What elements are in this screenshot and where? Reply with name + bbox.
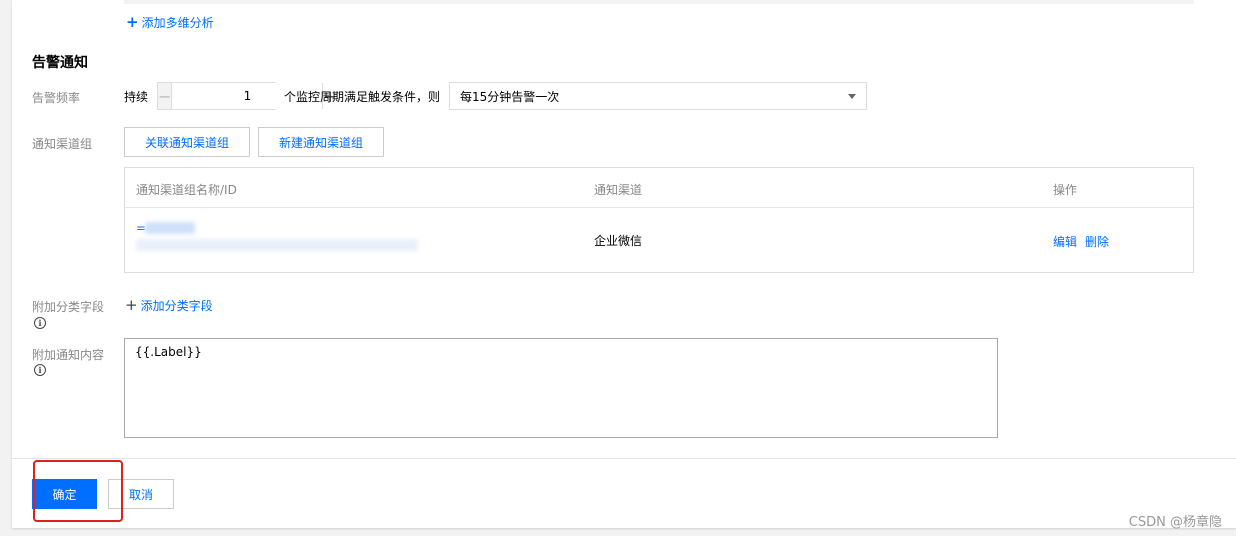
add-multidimensional-analysis-label: 添加多维分析 [141, 16, 214, 30]
plus-icon: + [125, 296, 138, 314]
info-icon[interactable]: i [34, 364, 46, 376]
minus-button[interactable]: − [158, 83, 173, 109]
edit-link[interactable]: 编辑 [1053, 233, 1077, 250]
redacted-name [145, 222, 195, 234]
footer-divider [12, 458, 1236, 459]
alarm-frequency-value: 每15分钟告警一次 [460, 89, 560, 104]
link-channel-group-button[interactable]: 关联通知渠道组 [124, 127, 250, 157]
redacted-id [136, 239, 418, 251]
column-header-channel: 通知渠道 [594, 183, 643, 197]
add-extra-field-link[interactable]: + 添加分类字段 [125, 297, 213, 314]
extra-fields-label: 附加分类字段 [32, 300, 105, 314]
extra-content-label: 附加通知内容 [32, 348, 105, 362]
highlight-box [33, 460, 123, 522]
watermark: CSDN @杨章隐 [1128, 515, 1222, 530]
new-channel-group-button[interactable]: 新建通知渠道组 [258, 127, 384, 157]
table-header: 通知渠道组名称/ID 通知渠道 操作 [125, 168, 1193, 208]
delete-link[interactable]: 删除 [1085, 233, 1109, 250]
period-stepper: − + [157, 82, 337, 110]
frequency-label: 告警频率 [32, 91, 81, 105]
extra-content-textarea[interactable]: {{.Label}} [124, 338, 998, 438]
info-icon[interactable]: i [34, 317, 46, 329]
add-extra-field-label: 添加分类字段 [140, 299, 213, 313]
channel-type: 企业微信 [594, 234, 643, 248]
previous-section-bar [124, 0, 1194, 4]
channel-group-label: 通知渠道组 [32, 137, 93, 151]
caret-down-icon [848, 93, 856, 99]
section-title: 告警通知 [32, 55, 88, 71]
channel-group-table: 通知渠道组名称/ID 通知渠道 操作 = 企业微信 编辑 删除 [124, 167, 1194, 273]
frequency-prefix: 持续 [124, 90, 149, 104]
alarm-frequency-select[interactable]: 每15分钟告警一次 [449, 82, 867, 110]
alarm-form-panel: + 添加多维分析 告警通知 告警频率 持续 − + 个监控周期满足触发条件，则 … [12, 0, 1236, 528]
frequency-suffix: 个监控周期满足触发条件，则 [284, 90, 441, 104]
column-header-actions: 操作 [1053, 183, 1078, 197]
add-multidimensional-analysis-link[interactable]: + 添加多维分析 [126, 14, 214, 31]
column-header-name: 通知渠道组名称/ID [136, 183, 237, 197]
plus-icon: + [126, 13, 139, 31]
